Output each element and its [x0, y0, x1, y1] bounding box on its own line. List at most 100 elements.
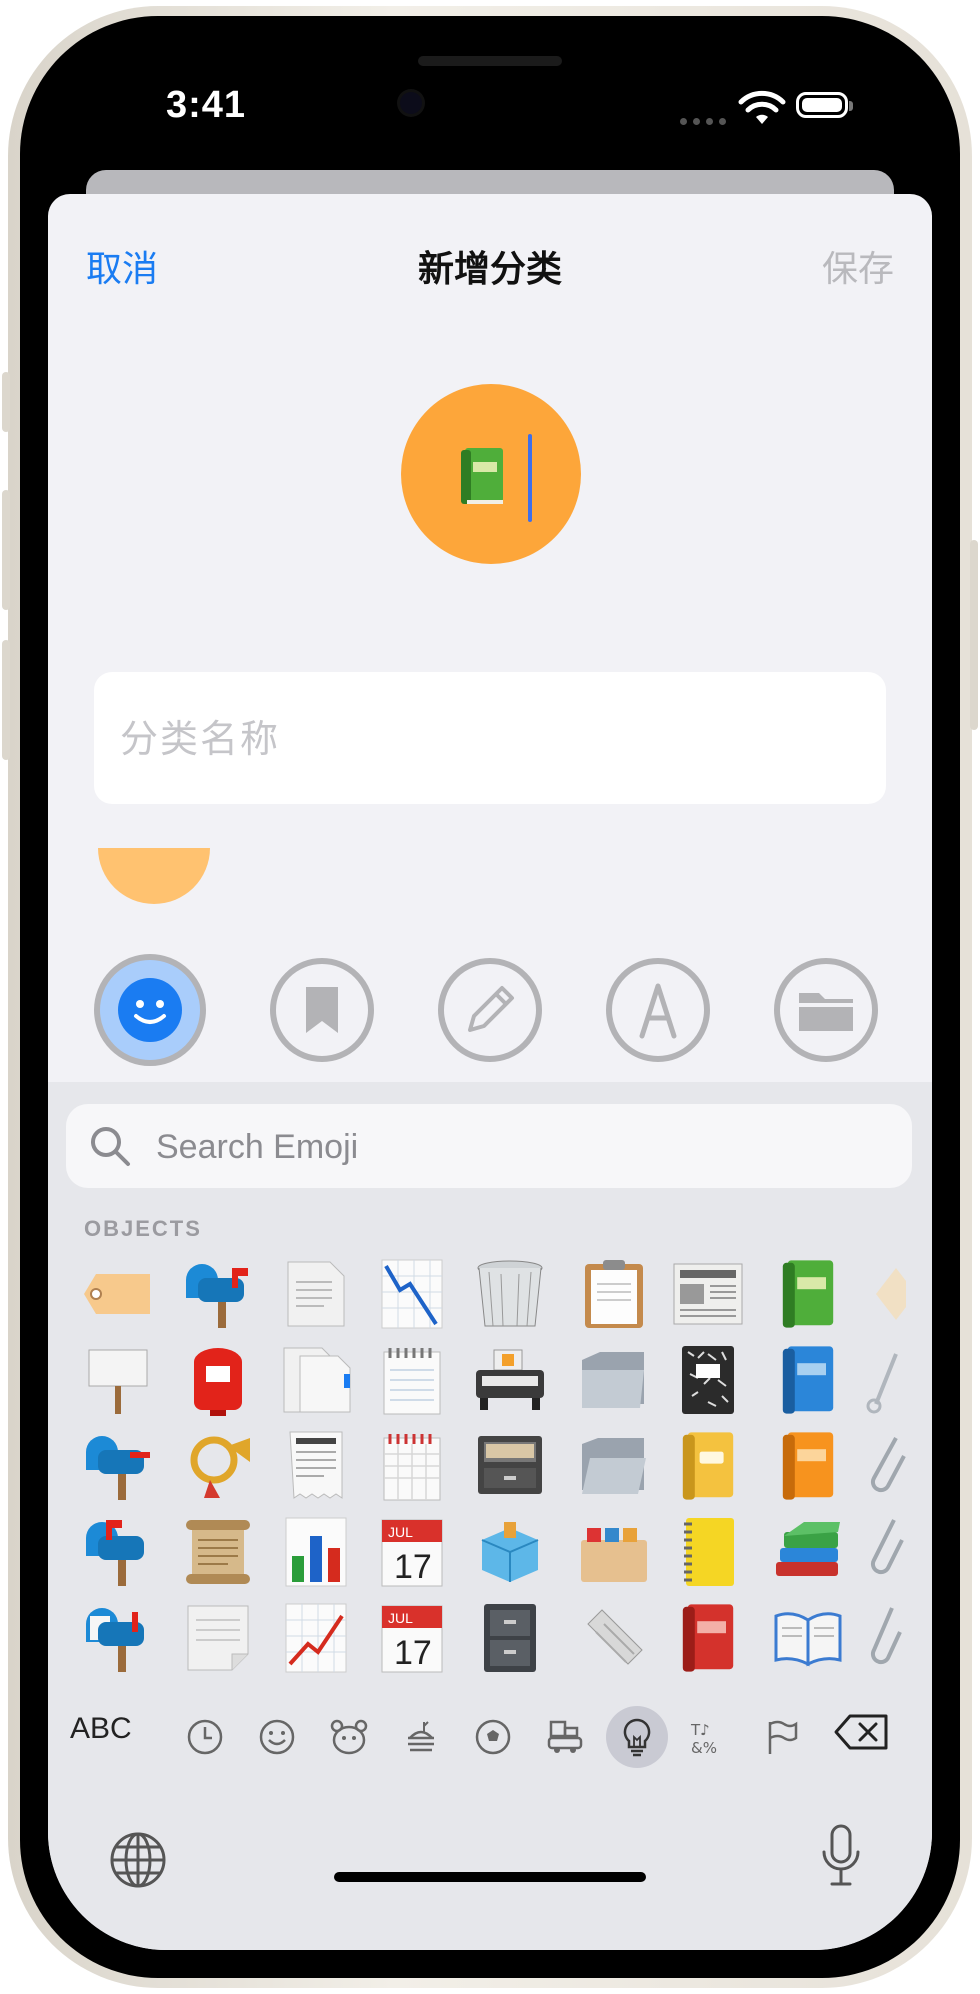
- travel-category-icon[interactable]: [534, 1706, 596, 1768]
- smileys-category-icon[interactable]: [246, 1706, 308, 1768]
- status-time: 3:41: [166, 84, 247, 126]
- search-icon: [91, 1127, 130, 1166]
- side-button: [2, 640, 10, 760]
- home-indicator[interactable]: [334, 1872, 646, 1882]
- label-tag-emoji[interactable]: [76, 1252, 160, 1336]
- color-swatch[interactable]: [98, 848, 210, 904]
- spiral-calendar-emoji[interactable]: [370, 1424, 454, 1508]
- rolled-newspaper-emoji[interactable]: [572, 1596, 656, 1680]
- chart-decreasing-emoji[interactable]: [370, 1252, 454, 1336]
- page-facing-up-emoji[interactable]: [274, 1338, 358, 1422]
- postbox-emoji[interactable]: [176, 1338, 260, 1422]
- abc-key[interactable]: ABC: [70, 1712, 132, 1746]
- card-file-box-emoji[interactable]: [468, 1338, 552, 1422]
- activity-category-icon[interactable]: [462, 1706, 524, 1768]
- spiral-notepad-emoji[interactable]: [370, 1338, 454, 1422]
- signal-dots-icon: [680, 112, 732, 130]
- emoji-category-bar: ABC T♪ &%: [48, 1692, 932, 1772]
- blue-book-emoji[interactable]: [766, 1338, 850, 1422]
- folder-icon: [799, 993, 853, 1031]
- globe-icon[interactable]: [108, 1830, 168, 1890]
- green-book-emoji[interactable]: [766, 1252, 850, 1336]
- pushpin-partial-emoji[interactable]: [866, 1596, 932, 1680]
- emoji-search-box[interactable]: [66, 1104, 912, 1190]
- linked-paperclips-emoji[interactable]: [866, 1510, 932, 1594]
- postal-horn-emoji[interactable]: [176, 1424, 260, 1508]
- emoji-keyboard: OBJECTS: [48, 1082, 932, 1950]
- category-name-field[interactable]: [94, 672, 886, 806]
- clipboard-emoji[interactable]: [572, 1252, 656, 1336]
- composition-notebook-emoji[interactable]: [666, 1338, 750, 1422]
- file-cabinet-emoji[interactable]: [468, 1596, 552, 1680]
- side-button: [970, 540, 978, 730]
- icon-choice-row: [48, 954, 932, 1074]
- icon-choice-compass[interactable]: [606, 958, 710, 1062]
- page-with-curl-emoji[interactable]: [274, 1252, 358, 1336]
- pencil-icon: [468, 986, 514, 1032]
- file-folder-emoji[interactable]: [572, 1338, 656, 1422]
- emoji-search-input[interactable]: [154, 1104, 878, 1190]
- icon-choice-smiley[interactable]: [94, 954, 206, 1066]
- red-book-emoji[interactable]: [666, 1596, 750, 1680]
- delete-icon[interactable]: [834, 1712, 890, 1752]
- ledger-emoji[interactable]: [666, 1424, 750, 1508]
- scroll-emoji[interactable]: [176, 1510, 260, 1594]
- battery-icon: [796, 92, 853, 118]
- sheet-title: 新增分类: [417, 249, 562, 290]
- open-file-folder-emoji[interactable]: [572, 1424, 656, 1508]
- symbols-category-icon[interactable]: T♪ &%: [678, 1706, 740, 1768]
- tear-off-calendar-emoji[interactable]: JUL 17: [370, 1596, 454, 1680]
- recent-category-icon[interactable]: [174, 1706, 236, 1768]
- open-book-emoji[interactable]: [766, 1596, 850, 1680]
- side-button: [2, 372, 10, 432]
- compass-drawing-icon: [639, 983, 677, 1039]
- emoji-section-label: OBJECTS: [84, 1216, 202, 1241]
- bar-chart-emoji[interactable]: [274, 1510, 358, 1594]
- mailbox-closed-emoji[interactable]: [76, 1424, 160, 1508]
- icon-choice-pencil[interactable]: [438, 958, 542, 1062]
- paperclip-emoji[interactable]: [866, 1424, 932, 1508]
- page-curl-emoji[interactable]: [176, 1596, 260, 1680]
- mailbox-emoji[interactable]: [176, 1252, 260, 1336]
- notebook-with-decorative-cover-emoji[interactable]: [666, 1510, 750, 1594]
- books-emoji[interactable]: [766, 1510, 850, 1594]
- food-category-icon[interactable]: [390, 1706, 452, 1768]
- cancel-button[interactable]: 取消: [86, 240, 158, 292]
- wastebasket-emoji[interactable]: [468, 1252, 552, 1336]
- microphone-icon[interactable]: [818, 1824, 864, 1888]
- file-cabinet-open-emoji[interactable]: [468, 1424, 552, 1508]
- safety-pin-emoji[interactable]: [866, 1338, 932, 1422]
- mailbox-with-mail-emoji[interactable]: [76, 1596, 160, 1680]
- svg-text:T♪: T♪: [690, 1721, 710, 1739]
- status-bar: 3:41: [48, 44, 932, 162]
- receipt-emoji[interactable]: [274, 1424, 358, 1508]
- icon-choice-bookmark[interactable]: [270, 958, 374, 1062]
- partial-emoji[interactable]: [866, 1252, 932, 1336]
- text-cursor: [528, 434, 532, 522]
- category-name-input[interactable]: [118, 672, 862, 806]
- save-button[interactable]: 保存: [822, 240, 894, 292]
- category-icon-preview[interactable]: [401, 384, 581, 564]
- mailbox-flag-up-emoji[interactable]: [76, 1510, 160, 1594]
- wifi-icon: [738, 90, 786, 124]
- bookmark-icon: [306, 987, 338, 1033]
- svg-text:&%: &%: [691, 1739, 717, 1757]
- orange-book-emoji[interactable]: [766, 1424, 850, 1508]
- ballot-box-emoji[interactable]: [468, 1510, 552, 1594]
- svg-text:17: 17: [394, 1634, 432, 1672]
- camera-dot: [400, 92, 422, 114]
- chart-increasing-emoji[interactable]: [274, 1596, 358, 1680]
- svg-text:JUL: JUL: [388, 1610, 413, 1626]
- svg-text:JUL: JUL: [388, 1524, 413, 1540]
- phone-screen: 3:41 新增分类 取消 保存 分类名称 Search Emoji OBJECT…: [48, 44, 932, 1950]
- green-book-icon: [461, 448, 503, 504]
- flags-category-icon[interactable]: [750, 1706, 812, 1768]
- newspaper-emoji[interactable]: [666, 1252, 750, 1336]
- card-index-dividers-emoji[interactable]: [572, 1510, 656, 1594]
- animals-category-icon[interactable]: [318, 1706, 380, 1768]
- objects-category-icon[interactable]: [606, 1706, 668, 1768]
- icon-choice-folder[interactable]: [774, 958, 878, 1062]
- placard-emoji[interactable]: [76, 1338, 160, 1422]
- speaker: [418, 56, 562, 66]
- calendar-emoji[interactable]: JUL 17: [370, 1510, 454, 1594]
